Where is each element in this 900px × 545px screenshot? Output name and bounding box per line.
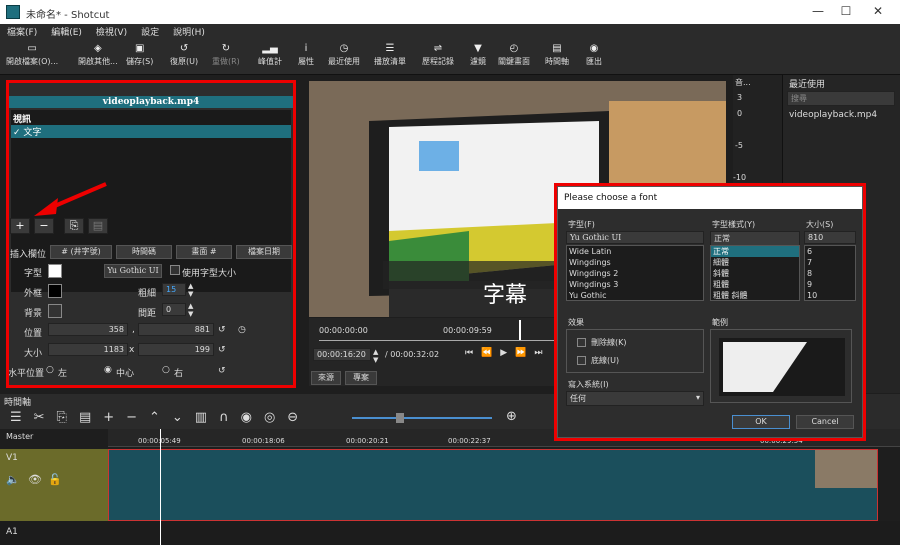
undo-button[interactable]: ↺ 復原(U) <box>170 42 198 67</box>
history-button[interactable]: ⇌ 歷程記錄 <box>422 42 454 67</box>
clock-icon: ◷ <box>339 43 349 54</box>
ruler-start: 00:00:00:00 <box>319 326 368 335</box>
open-other-icon: ◈ <box>93 43 102 54</box>
a1-track: A1 <box>0 521 900 545</box>
properties-button[interactable]: i 屬性 <box>298 42 314 67</box>
stopwatch-icon: ◴ <box>509 43 519 54</box>
filters-button[interactable]: ▼ 濾鏡 <box>470 42 486 67</box>
player-playhead[interactable] <box>519 320 521 340</box>
history-icon: ⇌ <box>433 43 443 54</box>
open-file-button[interactable]: ▭ 開啟檔案(O)... <box>6 42 58 67</box>
timeline-tools-icon[interactable]: ☰✂⎘▤+−⌃⌄▥∩◉◎⊖ <box>10 410 310 425</box>
save-icon: ▣ <box>134 43 145 54</box>
zoom-slider[interactable] <box>352 417 492 419</box>
menu-view[interactable]: 檢視(V) <box>89 24 134 39</box>
meter-tick: -5 <box>735 141 743 150</box>
app-icon <box>6 5 20 19</box>
peak-meter-button[interactable]: ▂▄ 峰值計 <box>258 42 282 67</box>
peak-meter-icon: ▂▄ <box>262 43 278 54</box>
v1-track-header: V1 🔈 👁 🔓 <box>0 449 108 521</box>
open-file-icon: ▭ <box>27 43 37 54</box>
close-icon[interactable]: ✕ <box>868 4 888 18</box>
recent-button[interactable]: ◷ 最近使用 <box>328 42 360 67</box>
meter-tick: 0 <box>737 109 743 118</box>
timeline-button[interactable]: ▤ 時間軸 <box>545 42 569 67</box>
playlist-button[interactable]: ☰ 播放清單 <box>374 42 406 67</box>
undo-icon: ↺ <box>179 43 189 54</box>
export-icon: ◉ <box>589 43 599 54</box>
tab-project[interactable]: 專案 <box>345 371 377 385</box>
audio-meter-title: 音... <box>735 78 751 87</box>
timeline-area: Master 00:00:05:49 00:00:18:06 00:00:20:… <box>0 429 900 545</box>
menu-edit[interactable]: 編輯(E) <box>44 24 89 39</box>
timeline-icon: ▤ <box>552 43 562 54</box>
open-other-button[interactable]: ◈ 開啟其他... <box>78 42 118 67</box>
window-title: 未命名* - Shotcut <box>26 10 110 21</box>
recent-search-input[interactable]: 搜尋 <box>787 91 895 106</box>
menu-file[interactable]: 檔案(F) <box>0 24 44 39</box>
minimize-icon[interactable]: — <box>808 4 828 18</box>
keyframes-button[interactable]: ◴ 關鍵畫面 <box>498 42 530 67</box>
menu-help[interactable]: 說明(H) <box>166 24 212 39</box>
meter-tick: -10 <box>733 173 747 182</box>
timecode-spin-icon[interactable]: ▲ ▼ <box>373 348 378 364</box>
playlist-icon: ☰ <box>385 43 395 54</box>
zoom-in-icon[interactable]: ⊕ <box>506 409 517 424</box>
total-duration: / 00:00:32:02 <box>385 350 440 359</box>
recent-title: 最近使用 <box>789 80 826 90</box>
filter-icon: ▼ <box>474 43 482 54</box>
info-icon: i <box>304 43 308 54</box>
video-clip[interactable] <box>108 449 878 521</box>
overlay-subtitle-text: 字幕 <box>483 283 528 308</box>
arrow-annotation-icon <box>34 182 107 216</box>
timeline-playhead[interactable] <box>160 429 161 545</box>
ruler-tick: 00:00:22:37 <box>448 437 491 445</box>
menu-settings[interactable]: 設定 <box>134 24 166 39</box>
v1-label: V1 <box>6 453 18 463</box>
player-ruler-line <box>319 340 559 341</box>
current-timecode[interactable]: 00:00:16:20 <box>313 348 371 361</box>
zoom-slider-handle[interactable] <box>396 413 404 423</box>
visibility-icon[interactable]: 👁 <box>28 473 42 486</box>
title-bar: 未命名* - Shotcut — ☐ ✕ <box>0 0 900 24</box>
export-button[interactable]: ◉ 匯出 <box>586 42 602 67</box>
ruler-tick: 00:00:20:21 <box>346 437 389 445</box>
transport-controls-icon[interactable]: ⏮⏪▶⏩⏭ <box>465 348 551 358</box>
highlight-box-filters <box>6 80 296 388</box>
tab-source[interactable]: 來源 <box>311 371 341 385</box>
lock-icon[interactable]: 🔓 <box>48 473 62 486</box>
redo-button[interactable]: ↻ 重做(R) <box>212 42 240 67</box>
main-toolbar: ▭ 開啟檔案(O)... ◈ 開啟其他... ▣ 儲存(S) ↺ 復原(U) ↻ 重做(R… <box>0 39 900 75</box>
recent-item[interactable]: videoplayback.mp4 <box>789 110 877 120</box>
maximize-icon[interactable]: ☐ <box>836 4 856 18</box>
menu-bar: 檔案(F) 編輯(E) 檢視(V) 設定 說明(H) <box>0 24 900 39</box>
clip-thumbnail <box>815 450 877 488</box>
ruler-mid: 00:00:09:59 <box>443 326 492 335</box>
master-track-label: Master <box>6 432 34 441</box>
save-button[interactable]: ▣ 儲存(S) <box>126 42 153 67</box>
a1-label: A1 <box>6 527 18 537</box>
ruler-tick: 00:00:18:06 <box>242 437 285 445</box>
highlight-box-font-dialog <box>554 183 866 441</box>
meter-tick: 3 <box>737 93 743 102</box>
redo-icon: ↻ <box>221 43 231 54</box>
mute-icon[interactable]: 🔈 <box>6 473 20 486</box>
